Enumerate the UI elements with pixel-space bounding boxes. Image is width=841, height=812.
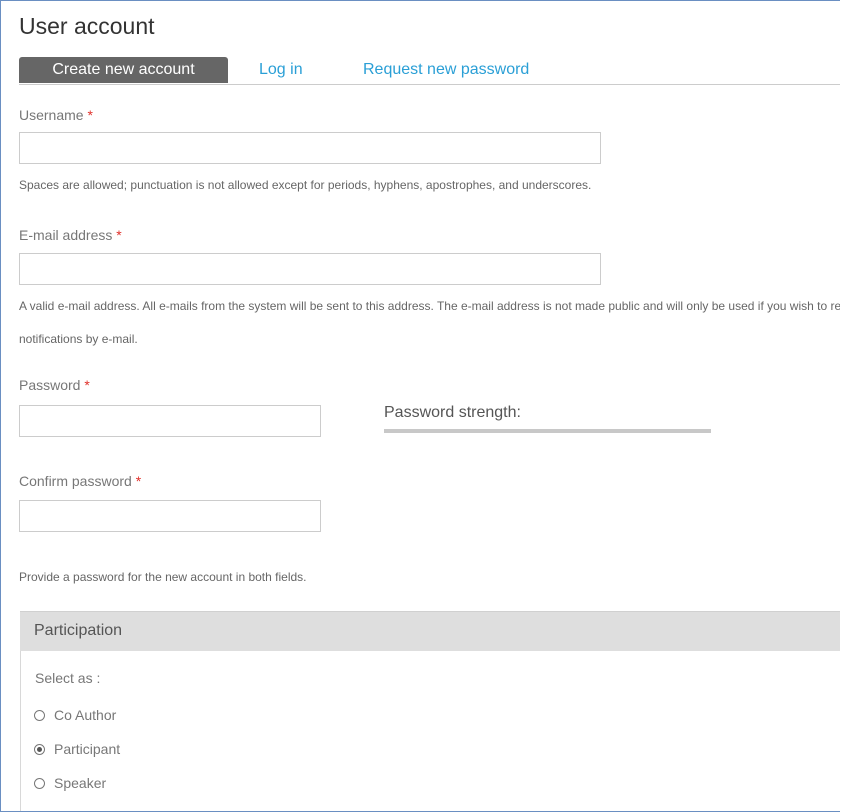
account-tabs: Create new account Log in Request new pa… [19, 57, 840, 85]
username-label: Username * [19, 107, 93, 123]
radio-button[interactable] [34, 743, 45, 755]
radio-option-participant[interactable]: Participant [34, 739, 120, 759]
confirm-password-label-text: Confirm password [19, 473, 132, 489]
tab-log-in[interactable]: Log in [259, 57, 303, 83]
password-strength-meter [384, 429, 711, 433]
participation-fieldset-header: Participation [20, 611, 840, 651]
confirm-password-help: Provide a password for the new account i… [19, 570, 307, 584]
tab-request-new-password[interactable]: Request new password [363, 57, 529, 83]
password-label-text: Password [19, 377, 81, 393]
radio-option-co-author[interactable]: Co Author [34, 705, 116, 725]
password-strength-label: Password strength: [384, 404, 521, 421]
tabs-divider [19, 84, 840, 85]
select-as-label: Select as : [35, 670, 101, 686]
page-title: User account [19, 13, 155, 39]
username-input[interactable] [19, 132, 601, 164]
email-label-text: E-mail address [19, 227, 113, 243]
radio-label-participant: Participant [54, 741, 121, 757]
participation-title: Participation [34, 622, 123, 639]
username-label-text: Username [19, 107, 84, 123]
email-label: E-mail address * [19, 227, 122, 243]
fieldset-border [20, 651, 21, 811]
username-help: Spaces are allowed; punctuation is not a… [19, 178, 592, 192]
tab-create-new-account[interactable]: Create new account [19, 57, 228, 83]
page-frame: User account Create new account Log in R… [0, 0, 840, 812]
email-help-line2: notifications by e-mail. [19, 332, 138, 346]
required-marker: * [135, 473, 142, 489]
confirm-password-label: Confirm password * [19, 473, 141, 489]
required-marker: * [87, 107, 93, 123]
required-marker: * [116, 227, 122, 243]
radio-option-speaker[interactable]: Speaker [34, 773, 106, 793]
password-label: Password * [19, 377, 90, 393]
required-marker: * [84, 377, 90, 393]
radio-button[interactable] [34, 709, 45, 721]
radio-label-co-author: Co Author [54, 707, 117, 723]
confirm-password-input[interactable] [19, 500, 321, 532]
radio-button[interactable] [34, 777, 45, 789]
email-help-line1: A valid e-mail address. All e-mails from… [19, 299, 840, 313]
radio-label-speaker: Speaker [54, 775, 107, 791]
email-input[interactable] [19, 253, 601, 285]
password-input[interactable] [19, 405, 321, 437]
